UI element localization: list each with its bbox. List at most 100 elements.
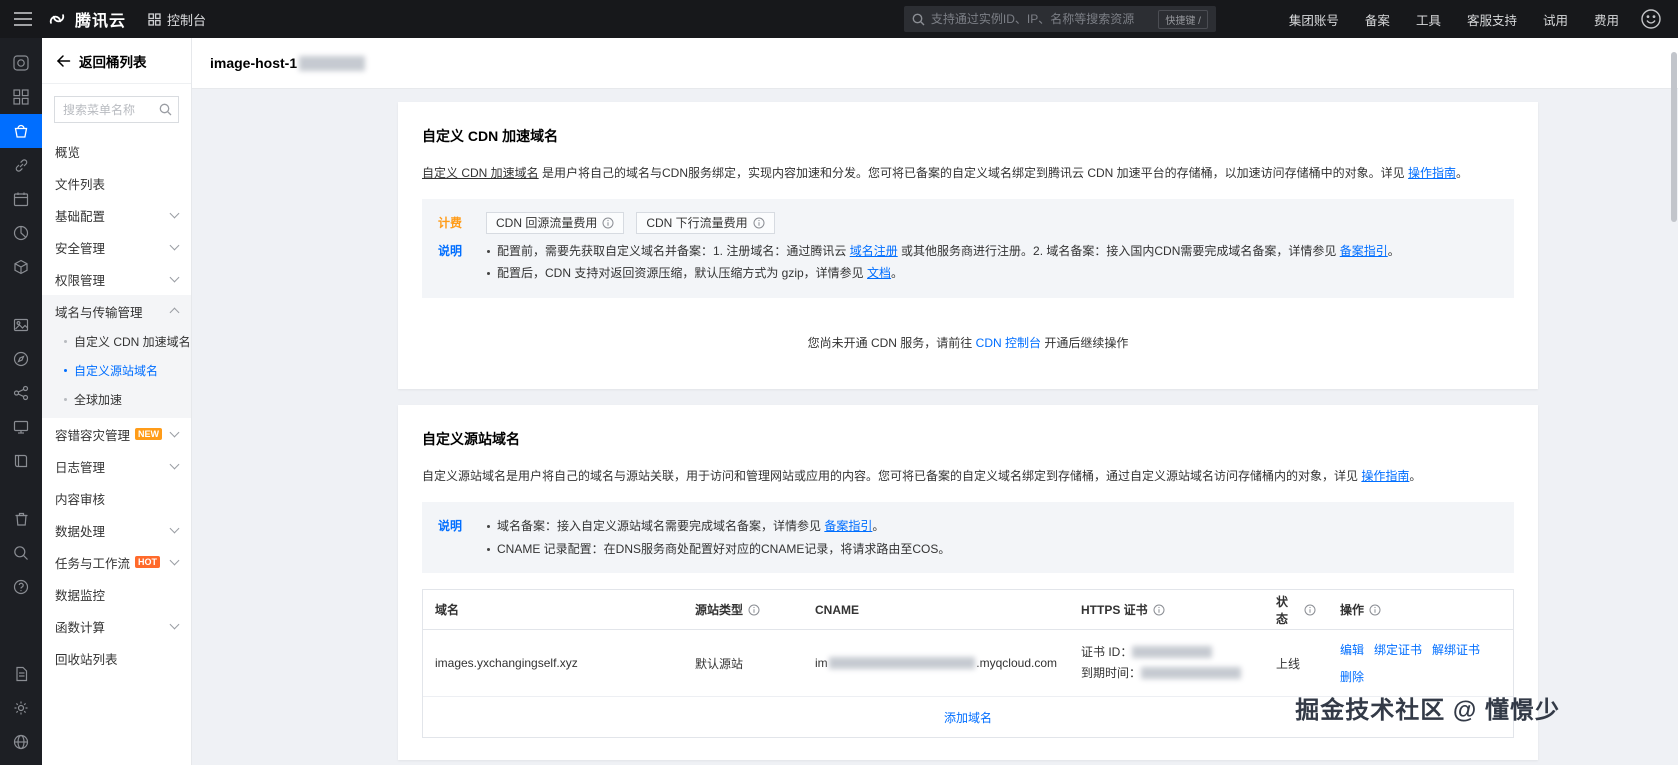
info-icon[interactable] <box>602 217 614 229</box>
new-badge: NEW <box>135 427 163 441</box>
sidebar-item-overview[interactable]: 概览 <box>42 135 191 167</box>
table-header-row: 域名 源站类型 CNAME HTTPS 证书 状态 操作 <box>423 590 1513 631</box>
cdn-note-1: 配置前，需要先获取自定义域名并备案：1. 注册域名：通过腾讯云 域名注册 或其他… <box>486 240 1498 263</box>
cell-status: 上线 <box>1276 656 1301 671</box>
pie-chart-icon[interactable] <box>0 216 42 250</box>
redacted-cert-expiry <box>1141 667 1242 680</box>
hamburger-menu-icon[interactable] <box>0 0 46 38</box>
tencent-cloud-logo[interactable]: 腾讯云 <box>46 7 126 31</box>
bullet-dot <box>64 340 67 343</box>
cloud-logo-icon <box>46 9 68 29</box>
search-icon[interactable] <box>159 103 172 116</box>
sidebar-item-permissions[interactable]: 权限管理 <box>42 263 191 295</box>
zoom-icon[interactable] <box>0 536 42 570</box>
col-status: 状态 <box>1264 593 1328 627</box>
cube-icon[interactable] <box>0 250 42 284</box>
topbar-nav: 集团账号 备案 工具 客服支持 试用 费用 <box>1276 0 1632 38</box>
sidebar-sub-custom-origin-domain[interactable]: 自定义源站域名 <box>42 356 191 385</box>
delete-domain-link[interactable]: 删除 <box>1340 668 1364 685</box>
calendar-icon[interactable] <box>0 182 42 216</box>
sidebar-sub-global-acceleration[interactable]: 全球加速 <box>42 385 191 414</box>
unbind-cert-link[interactable]: 解绑证书 <box>1432 641 1480 658</box>
sidebar-item-domain-transfer[interactable]: 域名与传输管理 <box>42 295 191 327</box>
sidebar-item-disaster-recovery[interactable]: 容错容灾管理 NEW <box>42 418 191 450</box>
sidebar-item-content-moderation[interactable]: 内容审核 <box>42 482 191 514</box>
cdn-term-link[interactable]: 自定义 CDN 加速域名 <box>422 166 539 180</box>
note-label: 说明 <box>438 518 463 533</box>
info-icon[interactable] <box>1153 604 1165 616</box>
billing-row: 计费 CDN 回源流量费用 CDN 下行流量费用 <box>438 209 1498 237</box>
bucket-name: image-host-1 <box>210 55 298 71</box>
info-icon[interactable] <box>1304 604 1316 616</box>
sidebar-item-recycle-bin[interactable]: 回收站列表 <box>42 642 191 674</box>
edit-domain-link[interactable]: 编辑 <box>1340 641 1364 658</box>
bind-cert-link[interactable]: 绑定证书 <box>1374 641 1422 658</box>
products-grid-icon[interactable] <box>0 80 42 114</box>
icp-guide-link[interactable]: 备案指引 <box>824 519 872 533</box>
scrollbar-thumb[interactable] <box>1671 52 1677 222</box>
chevron-up-icon <box>169 307 180 318</box>
doc-icon[interactable] <box>0 657 42 691</box>
billing-badge-downstream-traffic[interactable]: CDN 下行流量费用 <box>636 211 775 234</box>
cdn-card-desc: 自定义 CDN 加速域名 是用户将自己的域名与CDN服务绑定，实现内容加速和分发… <box>422 166 1469 180</box>
sidebar-sub-custom-cdn-domain[interactable]: 自定义 CDN 加速域名 <box>42 327 191 356</box>
back-to-bucket-list[interactable]: 返回桶列表 <box>42 38 191 84</box>
nav-group-account[interactable]: 集团账号 <box>1276 0 1352 38</box>
sidebar-item-log-management[interactable]: 日志管理 <box>42 450 191 482</box>
sidebar-item-file-list[interactable]: 文件列表 <box>42 167 191 199</box>
book-icon[interactable] <box>0 444 42 478</box>
gear-icon[interactable] <box>0 691 42 725</box>
nav-tools[interactable]: 工具 <box>1403 0 1454 38</box>
origin-card-title: 自定义源站域名 <box>422 431 520 448</box>
chevron-down-icon <box>169 427 180 438</box>
domain-registration-link[interactable]: 域名注册 <box>850 244 898 258</box>
link-icon[interactable] <box>0 148 42 182</box>
sidebar-item-basic-config[interactable]: 基础配置 <box>42 199 191 231</box>
cdn-guide-link[interactable]: 操作指南 <box>1408 166 1456 180</box>
monitor-icon[interactable] <box>0 410 42 444</box>
nav-trial[interactable]: 试用 <box>1530 0 1581 38</box>
sidebar-item-data-monitoring[interactable]: 数据监控 <box>42 578 191 610</box>
nav-billing[interactable]: 费用 <box>1581 0 1632 38</box>
icon-rail <box>0 38 42 765</box>
sidebar-item-data-processing[interactable]: 数据处理 <box>42 514 191 546</box>
sidebar-item-security[interactable]: 安全管理 <box>42 231 191 263</box>
info-icon[interactable] <box>748 604 760 616</box>
sidebar-item-scf[interactable]: 函数计算 <box>42 610 191 642</box>
icp-guide-link[interactable]: 备案指引 <box>1340 244 1388 258</box>
image-icon[interactable] <box>0 308 42 342</box>
share-network-icon[interactable] <box>0 376 42 410</box>
nav-support[interactable]: 客服支持 <box>1454 0 1530 38</box>
overview-icon[interactable] <box>0 46 42 80</box>
compass-icon[interactable] <box>0 342 42 376</box>
main-area: image-host-1 自定义 CDN 加速域名 自定义 CDN 加速域名 是… <box>192 38 1678 765</box>
help-circle-icon[interactable] <box>0 570 42 604</box>
cos-bucket-icon[interactable] <box>0 114 42 148</box>
info-icon[interactable] <box>753 217 765 229</box>
info-icon[interactable] <box>1369 604 1381 616</box>
sidebar-item-tasks-workflow[interactable]: 任务与工作流 HOT <box>42 546 191 578</box>
add-domain-link[interactable]: 添加域名 <box>944 709 992 726</box>
billing-label: 计费 <box>438 215 463 230</box>
chevron-down-icon <box>169 619 180 630</box>
nav-icp-filing[interactable]: 备案 <box>1352 0 1403 38</box>
origin-note-2: CNAME 记录配置：在DNS服务商处配置好对应的CNAME记录，将请求路由至C… <box>486 538 1498 561</box>
cdn-console-link[interactable]: CDN 控制台 <box>976 336 1041 350</box>
cell-https-cert: 证书 ID： 到期时间： <box>1069 642 1264 685</box>
gzip-doc-link[interactable]: 文档 <box>867 266 891 280</box>
origin-guide-link[interactable]: 操作指南 <box>1361 469 1409 483</box>
billing-badge-origin-traffic[interactable]: CDN 回源流量费用 <box>486 211 625 234</box>
console-link[interactable]: 控制台 <box>148 10 206 29</box>
trash-icon[interactable] <box>0 502 42 536</box>
cell-actions: 编辑 绑定证书 解绑证书 删除 <box>1328 641 1513 685</box>
globe-icon[interactable] <box>0 725 42 759</box>
cdn-domain-card: 自定义 CDN 加速域名 自定义 CDN 加速域名 是用户将自己的域名与CDN服… <box>398 102 1538 390</box>
console-label: 控制台 <box>167 12 207 28</box>
global-search[interactable]: 快捷键 / <box>903 6 1216 32</box>
customer-service-icon[interactable] <box>1640 8 1662 30</box>
global-search-input[interactable] <box>930 12 1159 26</box>
chevron-down-icon <box>169 208 180 219</box>
hot-badge: HOT <box>135 555 161 569</box>
back-arrow-icon <box>56 54 71 68</box>
chevron-down-icon <box>169 272 180 283</box>
